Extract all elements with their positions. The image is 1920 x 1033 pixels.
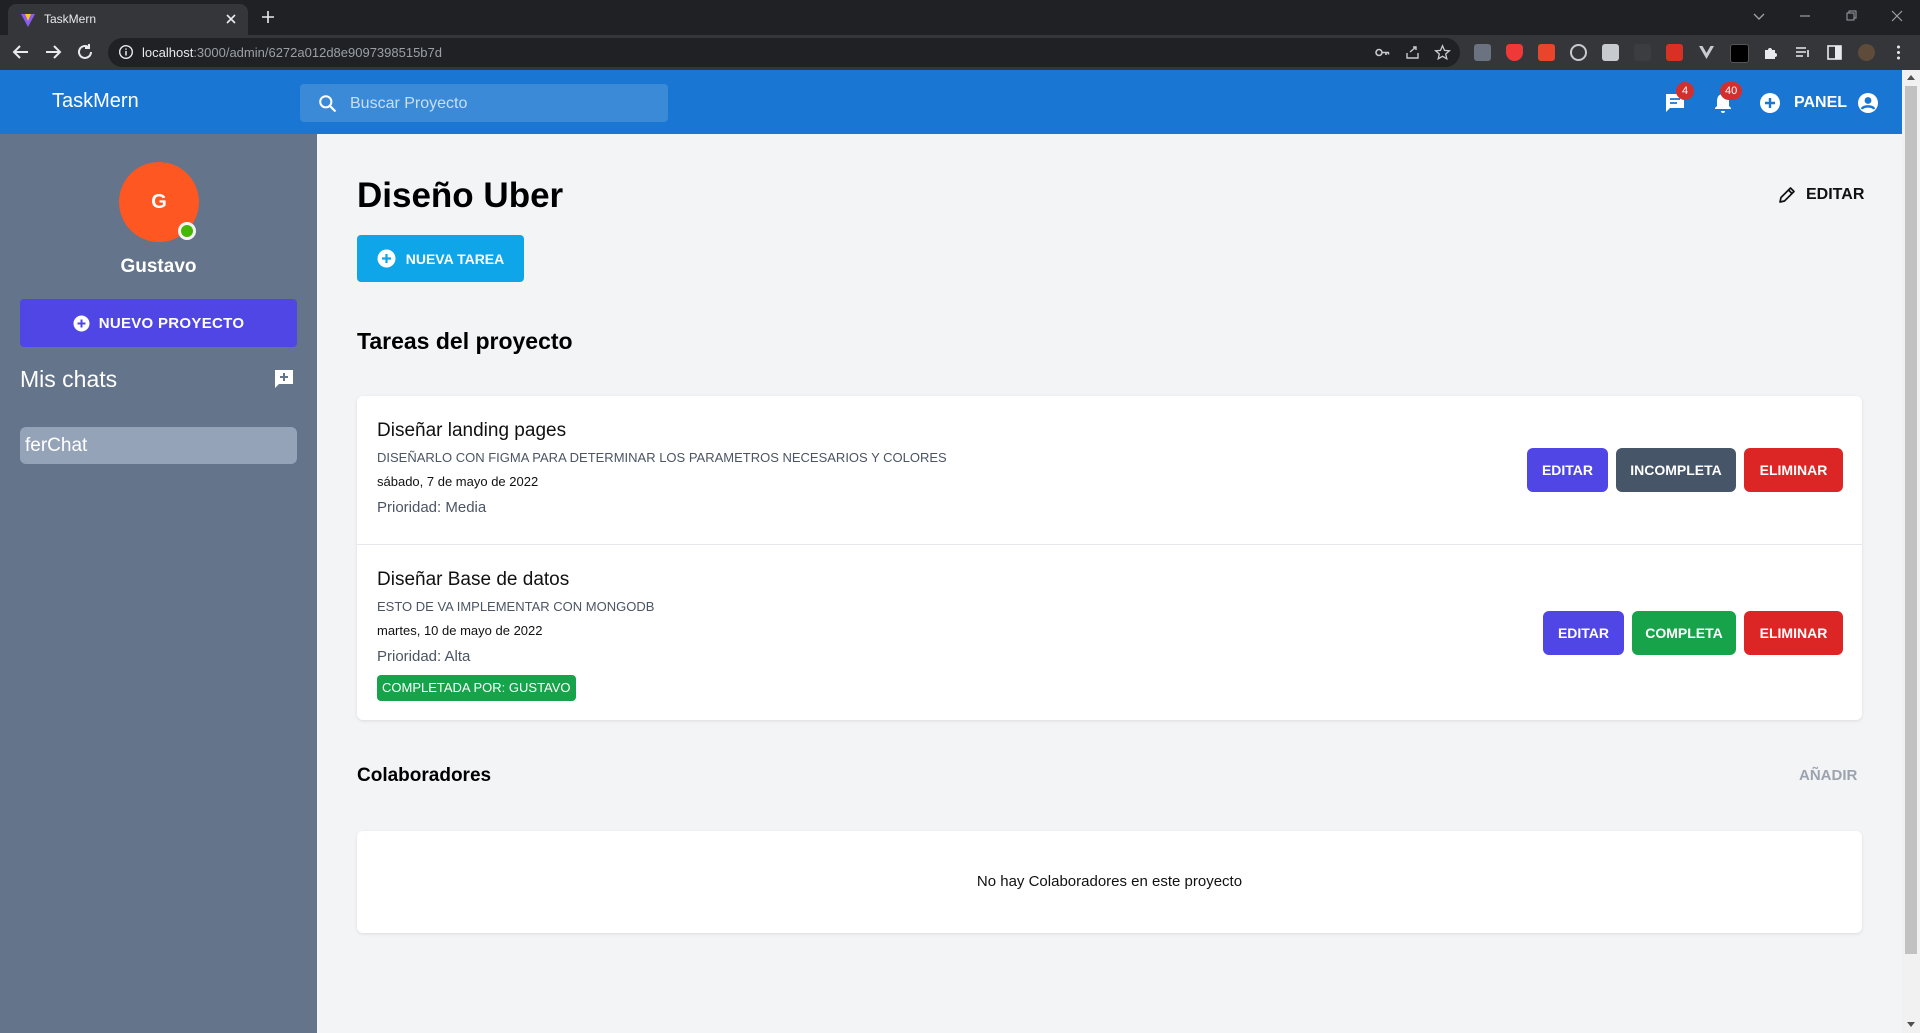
- account-circle-icon[interactable]: [1856, 91, 1880, 115]
- tasks-list: Diseñar landing pages DISEÑARLO CON FIGM…: [357, 396, 1862, 720]
- new-tab-icon[interactable]: [258, 7, 278, 27]
- address-bar[interactable]: localhost:3000/admin/6272a012d8e90973985…: [108, 38, 1460, 67]
- vite-favicon-icon: [20, 12, 36, 28]
- task-date: martes, 10 de mayo de 2022: [377, 623, 543, 638]
- task-description: ESTO DE VA IMPLEMENTAR CON MONGODB: [377, 599, 655, 614]
- complete-status-button[interactable]: COMPLETA: [1632, 611, 1736, 655]
- browser-toolbar: localhost:3000/admin/6272a012d8e90973985…: [0, 35, 1920, 70]
- minimize-icon[interactable]: [1794, 5, 1816, 27]
- extension-icon[interactable]: [1634, 44, 1651, 61]
- tab-search-chevron-icon[interactable]: [1748, 5, 1770, 27]
- new-project-button[interactable]: NUEVO PROYECTO: [20, 299, 297, 347]
- restore-icon[interactable]: [1840, 5, 1862, 27]
- puzzle-extensions-icon[interactable]: [1762, 44, 1779, 61]
- empty-collaborators-message: No hay Colaboradores en este proyecto: [976, 873, 1243, 890]
- url-path: :3000/admin/6272a012d8e9097398515b7d: [193, 45, 442, 60]
- add-collaborator-button[interactable]: AÑADIR: [1799, 767, 1857, 784]
- task-item: Diseñar Base de datos ESTO DE VA IMPLEME…: [357, 545, 1862, 720]
- side-panel-icon[interactable]: [1826, 44, 1843, 61]
- browser-menu-icon[interactable]: [1890, 44, 1907, 61]
- reload-icon[interactable]: [74, 41, 96, 63]
- task-name: Diseñar Base de datos: [377, 569, 570, 590]
- edit-project-button[interactable]: EDITAR: [1777, 185, 1864, 205]
- new-task-label: NUEVA TAREA: [405, 250, 505, 267]
- bookmark-star-icon[interactable]: [1434, 44, 1451, 61]
- url-text: localhost:3000/admin/6272a012d8e90973985…: [142, 45, 442, 60]
- scroll-up-arrow-icon[interactable]: [1907, 75, 1915, 80]
- app-header: TaskMern 4 40 PANEL: [0, 70, 1902, 134]
- edit-task-button[interactable]: EDITAR: [1527, 448, 1608, 492]
- tasks-section-title: Tareas del proyecto: [357, 328, 573, 354]
- browser-tab-strip: TaskMern: [0, 0, 1920, 35]
- pencil-icon: [1777, 185, 1797, 205]
- edit-project-label: EDITAR: [1806, 186, 1865, 203]
- tab-title: TaskMern: [44, 12, 97, 26]
- close-tab-icon[interactable]: [222, 10, 240, 28]
- brand-logo-text[interactable]: TaskMern: [52, 90, 139, 113]
- incomplete-status-button[interactable]: INCOMPLETA: [1616, 448, 1736, 492]
- share-icon[interactable]: [1404, 44, 1421, 61]
- panel-link[interactable]: PANEL: [1794, 94, 1847, 112]
- extension-icon[interactable]: [1474, 44, 1491, 61]
- sidebar: G Gustavo NUEVO PROYECTO Mis chats ferCh…: [0, 134, 317, 1033]
- delete-task-button[interactable]: ELIMINAR: [1744, 611, 1843, 655]
- project-title: Diseño Uber: [357, 176, 564, 215]
- profile-avatar-icon[interactable]: [1858, 44, 1875, 61]
- chats-title: Mis chats: [20, 366, 118, 392]
- collaborators-section-title: Colaboradores: [357, 765, 492, 786]
- task-priority: Prioridad: Alta: [377, 648, 471, 665]
- user-name: Gustavo: [120, 256, 197, 277]
- task-priority: Prioridad: Media: [377, 499, 487, 516]
- scroll-down-arrow-icon[interactable]: [1907, 1022, 1915, 1027]
- add-chat-icon[interactable]: [273, 368, 295, 390]
- page-scrollbar[interactable]: [1902, 70, 1920, 1033]
- back-arrow-icon[interactable]: [10, 41, 32, 63]
- online-status-dot: [178, 222, 196, 240]
- site-info-icon[interactable]: [118, 44, 134, 60]
- edit-task-button[interactable]: EDITAR: [1543, 611, 1624, 655]
- delete-task-button[interactable]: ELIMINAR: [1744, 448, 1843, 492]
- reading-list-icon[interactable]: [1794, 44, 1811, 61]
- extension-icon[interactable]: [1602, 44, 1619, 61]
- scrollbar-thumb[interactable]: [1905, 86, 1917, 954]
- task-name: Diseñar landing pages: [377, 420, 567, 441]
- task-description: DISEÑARLO CON FIGMA PARA DETERMINAR LOS …: [377, 450, 947, 465]
- extension-icon[interactable]: [1538, 44, 1555, 61]
- chat-item[interactable]: ferChat: [20, 427, 297, 464]
- task-date: sábado, 7 de mayo de 2022: [377, 474, 539, 489]
- extension-icon[interactable]: [1730, 44, 1749, 63]
- add-circle-icon: [377, 249, 396, 268]
- url-host: localhost: [142, 45, 194, 60]
- new-task-button[interactable]: NUEVA TAREA: [357, 235, 524, 282]
- close-window-icon[interactable]: [1886, 5, 1908, 27]
- add-circle-icon[interactable]: [1758, 91, 1782, 115]
- search-box: [300, 84, 668, 124]
- search-icon: [318, 94, 337, 113]
- add-circle-icon: [73, 315, 90, 332]
- browser-tab[interactable]: TaskMern: [8, 4, 248, 35]
- forward-arrow-icon[interactable]: [42, 41, 64, 63]
- new-project-label: NUEVO PROYECTO: [98, 314, 245, 332]
- vue-extension-icon[interactable]: [1698, 44, 1715, 61]
- key-icon[interactable]: [1374, 44, 1391, 61]
- extension-icon[interactable]: [1666, 44, 1683, 61]
- main-content: Diseño Uber EDITAR NUEVA TAREA Tareas de…: [317, 134, 1902, 1033]
- task-item: Diseñar landing pages DISEÑARLO CON FIGM…: [357, 396, 1862, 544]
- notifications-badge: 40: [1720, 82, 1743, 100]
- shield-extension-icon[interactable]: [1506, 44, 1523, 61]
- search-input[interactable]: [348, 84, 662, 124]
- extension-icon[interactable]: [1570, 44, 1587, 61]
- collaborators-list: No hay Colaboradores en este proyecto: [357, 831, 1862, 933]
- messages-badge: 4: [1676, 82, 1694, 100]
- completed-by-badge: COMPLETADA POR: GUSTAVO: [377, 675, 576, 701]
